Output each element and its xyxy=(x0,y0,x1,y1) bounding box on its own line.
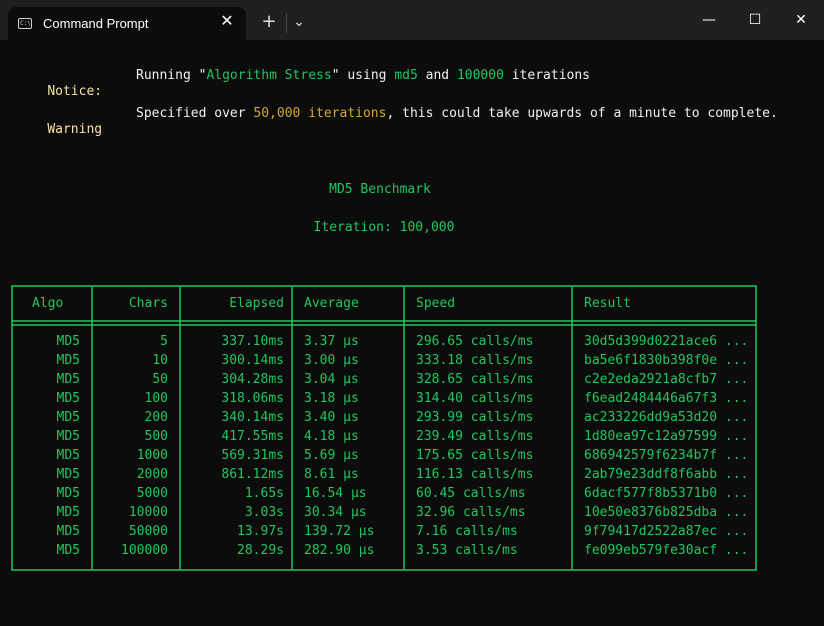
cell-result: fe099eb579fe30acf ... xyxy=(584,543,749,558)
column-header-chars: Chars xyxy=(128,296,168,311)
cell-algo: MD5 xyxy=(56,505,80,520)
cell-speed: 333.18 calls/ms xyxy=(416,353,534,368)
cell-chars: 10 xyxy=(152,353,168,368)
column-header-average: Average xyxy=(304,296,359,311)
cell-elapsed: 417.55ms xyxy=(221,429,284,444)
close-window-button[interactable]: ✕ xyxy=(778,0,824,40)
maximize-button[interactable]: ☐ xyxy=(732,0,778,40)
cell-result: 686942579f6234b7f ... xyxy=(584,448,749,463)
cell-elapsed: 13.97s xyxy=(237,524,284,539)
cell-average: 4.18 µs xyxy=(304,429,359,444)
cell-result: c2e2eda2921a8cfb7 ... xyxy=(584,372,749,387)
cell-elapsed: 304.28ms xyxy=(221,372,284,387)
cell-average: 3.37 µs xyxy=(304,334,359,349)
cell-chars: 100 xyxy=(144,391,168,406)
cell-average: 139.72 µs xyxy=(304,524,375,539)
cell-average: 8.61 µs xyxy=(304,467,359,482)
cell-average: 30.34 µs xyxy=(304,505,367,520)
cell-speed: 3.53 calls/ms xyxy=(416,543,518,558)
cell-result: 1d80ea97c12a97599 ... xyxy=(584,429,749,444)
cell-elapsed: 318.06ms xyxy=(221,391,284,406)
new-tab-button[interactable]: + xyxy=(255,8,283,36)
cell-speed: 239.49 calls/ms xyxy=(416,429,534,444)
cell-speed: 314.40 calls/ms xyxy=(416,391,534,406)
cell-speed: 32.96 calls/ms xyxy=(416,505,526,520)
cell-elapsed: 28.29s xyxy=(237,543,284,558)
cell-chars: 2000 xyxy=(136,467,168,482)
cell-result: ac233226dd9a53d20 ... xyxy=(584,410,749,425)
cell-speed: 60.45 calls/ms xyxy=(416,486,526,501)
cell-algo: MD5 xyxy=(56,429,80,444)
cell-algo: MD5 xyxy=(56,486,80,501)
cell-algo: MD5 xyxy=(56,524,80,539)
tab-title: Command Prompt xyxy=(43,16,149,31)
cell-chars: 10000 xyxy=(128,505,168,520)
cell-speed: 175.65 calls/ms xyxy=(416,448,534,463)
cell-average: 3.04 µs xyxy=(304,372,359,387)
console-output[interactable]: Notice: Running "Algorithm Stress" using… xyxy=(0,40,824,626)
cell-chars: 1000 xyxy=(136,448,168,463)
cell-average: 3.40 µs xyxy=(304,410,359,425)
cell-result: 6dacf577f8b5371b0 ... xyxy=(584,486,749,501)
cell-elapsed: 340.14ms xyxy=(221,410,284,425)
column-header-elapsed: Elapsed xyxy=(229,296,284,311)
cell-average: 3.18 µs xyxy=(304,391,359,406)
cell-algo: MD5 xyxy=(56,467,80,482)
tab-command-prompt[interactable]: C:\ Command Prompt ✕ xyxy=(8,7,246,40)
cell-algo: MD5 xyxy=(56,353,80,368)
cell-average: 3.00 µs xyxy=(304,353,359,368)
title-bar: C:\ Command Prompt ✕ + ⌄ — ☐ ✕ xyxy=(0,0,824,40)
cell-elapsed: 1.65s xyxy=(244,486,284,501)
cell-algo: MD5 xyxy=(56,372,80,387)
cell-result: ba5e6f1830b398f0e ... xyxy=(584,353,749,368)
cell-algo: MD5 xyxy=(56,448,80,463)
cell-algo: MD5 xyxy=(56,543,80,558)
cell-average: 5.69 µs xyxy=(304,448,359,463)
cell-elapsed: 861.12ms xyxy=(221,467,284,482)
cell-algo: MD5 xyxy=(56,410,80,425)
cell-result: f6ead2484446a67f3 ... xyxy=(584,391,749,406)
cell-chars: 5000 xyxy=(136,486,168,501)
cell-result: 2ab79e23ddf8f6abb ... xyxy=(584,467,749,482)
column-header-result: Result xyxy=(584,296,631,311)
cell-result: 9f79417d2522a87ec ... xyxy=(584,524,749,539)
cell-average: 282.90 µs xyxy=(304,543,375,558)
cell-chars: 100000 xyxy=(121,543,168,558)
cell-chars: 50000 xyxy=(128,524,168,539)
cell-result: 30d5d399d0221ace6 ... xyxy=(584,334,749,349)
cell-elapsed: 337.10ms xyxy=(221,334,284,349)
cell-speed: 116.13 calls/ms xyxy=(416,467,534,482)
cell-average: 16.54 µs xyxy=(304,486,367,501)
cell-elapsed: 569.31ms xyxy=(221,448,284,463)
cell-elapsed: 3.03s xyxy=(244,505,284,520)
cell-speed: 293.99 calls/ms xyxy=(416,410,534,425)
cell-chars: 200 xyxy=(144,410,168,425)
minimize-button[interactable]: — xyxy=(686,0,732,40)
tab-dropdown-chevron-icon[interactable]: ⌄ xyxy=(285,8,313,36)
terminal-icon: C:\ xyxy=(18,18,32,29)
tab-close-icon[interactable]: ✕ xyxy=(216,10,238,32)
cell-chars: 50 xyxy=(152,372,168,387)
cell-result: 10e50e8376b825dba ... xyxy=(584,505,749,520)
cell-speed: 328.65 calls/ms xyxy=(416,372,534,387)
cell-speed: 296.65 calls/ms xyxy=(416,334,534,349)
column-header-speed: Speed xyxy=(416,296,456,311)
cell-speed: 7.16 calls/ms xyxy=(416,524,518,539)
cell-algo: MD5 xyxy=(56,391,80,406)
cell-algo: MD5 xyxy=(56,334,80,349)
column-header-algo: Algo xyxy=(32,296,64,311)
cell-chars: 500 xyxy=(144,429,168,444)
cell-elapsed: 300.14ms xyxy=(221,353,284,368)
cell-chars: 5 xyxy=(160,334,168,349)
